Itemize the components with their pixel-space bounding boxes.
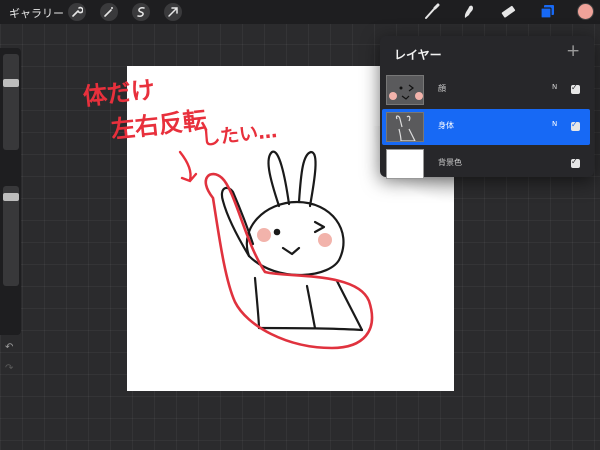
annotation-line-2: 左右反転 [110, 106, 208, 144]
add-layer-button[interactable]: + [566, 41, 580, 61]
layer-visibility-checkbox[interactable]: ✓ [571, 157, 580, 168]
layers-panel-title: レイヤー [394, 48, 442, 62]
layer-name: 背景色 [438, 158, 462, 167]
layer-visibility-checkbox[interactable]: ✓ [571, 83, 580, 94]
layer-thumbnail [386, 149, 424, 179]
layers-panel: レイヤー + 顔 N ✓ 身体 N ✓ 背景色 ✓ [380, 36, 594, 179]
layer-row-background[interactable]: 背景色 ✓ [382, 146, 590, 182]
layer-thumbnail [386, 75, 424, 105]
layer-name: 身体 [438, 121, 454, 130]
annotation-line-3: したい… [200, 120, 278, 150]
layer-row-face[interactable]: 顔 N ✓ [382, 72, 590, 108]
annotation-arrow [178, 150, 198, 183]
layer-row-body[interactable]: 身体 N ✓ [382, 109, 590, 145]
layer-name: 顔 [438, 84, 446, 93]
annotation-line-1: 体だけ [82, 76, 157, 111]
blend-mode-button[interactable]: N [552, 83, 557, 91]
layer-visibility-checkbox[interactable]: ✓ [571, 120, 580, 131]
blend-mode-button[interactable]: N [552, 120, 557, 128]
layer-thumbnail [386, 112, 424, 142]
